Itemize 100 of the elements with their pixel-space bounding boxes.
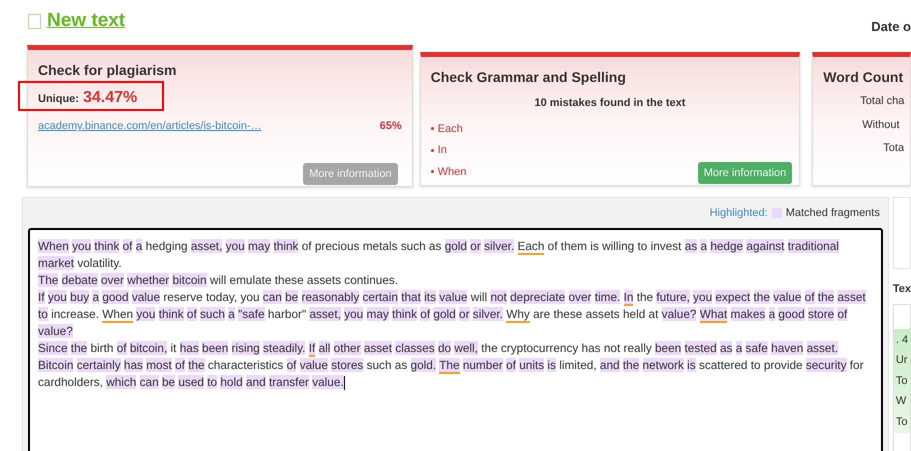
matched-word: buy [70,290,90,304]
matched-word: you [48,290,67,304]
matched-word: which [106,375,136,389]
more-information-button[interactable]: More information [303,163,398,185]
matched-word: gold [433,307,456,321]
matched-word: as [720,341,732,355]
matched-word: think [274,239,298,253]
stat-label: Without [862,118,901,132]
matched-word: traditional [788,239,839,253]
date-label: Date o [871,18,911,36]
matched-word: of [506,358,516,372]
matched-word: do [438,341,452,355]
matched-word: safe [746,341,768,355]
matched-word: network [642,358,684,372]
matched-word: the [188,358,205,372]
matched-word: certain [362,290,398,304]
stat-label: Ur [896,353,908,368]
matched-word: may [248,239,270,253]
matched-word: against [746,239,784,253]
matched-word: value. [312,375,344,389]
stat-label: Tota [883,141,906,156]
matched-word: all [318,341,330,355]
matched-word: of [175,358,185,372]
matched-word: value [773,290,802,304]
matched-word: used [178,375,204,389]
matched-word: steadily. [263,341,306,355]
matched-word: been [202,341,228,355]
editor-text: birth [90,341,114,355]
mistake-item[interactable]: In [438,142,447,158]
matched-word: value [439,290,468,304]
matched-word: debate [62,273,98,287]
matched-word: of [286,358,296,372]
matched-word: most [146,358,172,372]
editor-text: the cryptocurrency has not really [481,341,652,355]
matched-word: security [806,358,846,372]
mistake-item[interactable]: When [438,164,466,180]
matched-word: hedge [710,239,744,253]
matched-word: a [228,307,235,321]
bullet-icon [430,127,434,130]
matched-word: over [568,290,592,304]
matched-word: value? [662,307,696,321]
side-heading: Tex [892,282,911,297]
matched-word: you [136,307,156,321]
card-title: Word Count [823,68,904,87]
editor-text: scattered to provide [698,358,803,372]
matched-word: you [226,239,245,253]
document-title[interactable]: New text [47,6,126,36]
matched-word: over [100,273,124,287]
legend-text: Matched fragments [786,206,880,221]
matched-word: of [420,307,430,321]
matched-word: can [262,290,282,304]
match-percentage: 65% [380,119,402,134]
matched-word: as [684,239,698,253]
matched-word: haven [771,341,804,355]
matched-word: a [700,239,708,253]
matched-word: good [778,307,805,321]
matched-word: Since [38,341,68,355]
matched-word: the [70,341,88,355]
flagged-word: When [102,307,134,323]
matched-word: hold [220,375,243,389]
matched-word: asset [837,290,866,304]
matched-word: and [246,375,266,389]
matched-word: classes [395,341,435,355]
matched-word: be [285,290,298,304]
matched-word: The [38,273,58,287]
matched-word: is [687,358,696,372]
editor-text: increase. [51,307,99,321]
matched-word: has [124,358,143,372]
editor-text: volatility. [77,256,122,270]
flagged-word: In [624,290,634,306]
matched-word: rising [232,341,260,355]
matched-word: the [754,290,770,304]
matched-word: can [140,375,159,389]
matched-word: of [122,239,132,253]
matched-word: well, [454,341,478,355]
flagged-word: Why [506,307,530,323]
matched-word: expect [715,290,750,304]
highlight-swatch-icon [772,208,782,218]
matched-word: or [459,307,470,321]
matched-word: When [38,239,69,253]
matched-word: a [136,239,142,253]
matched-word: a [92,290,100,304]
mistake-item[interactable]: Each [438,120,463,137]
bullet-icon [430,170,434,174]
matched-word: market [38,256,74,270]
matched-word: bitcoin [172,273,207,287]
editor-text: will [470,290,488,304]
editor-text: cardholders, [38,375,103,389]
matched-word: that [401,290,421,304]
matched-word: gold [444,239,467,253]
stat-label: To [896,374,908,388]
editor-text: it [170,341,176,355]
checkbox[interactable] [28,14,41,28]
more-information-button[interactable]: More information [698,162,792,184]
matched-word: asset. [806,341,838,355]
unique-percentage: 34.47% [82,88,138,108]
flagged-word: What [700,307,728,323]
stat-label: To [896,414,908,430]
source-link[interactable]: academy.binance.com/en/articles/is-bitcoin-… [38,118,262,134]
matched-word: may [366,307,389,321]
